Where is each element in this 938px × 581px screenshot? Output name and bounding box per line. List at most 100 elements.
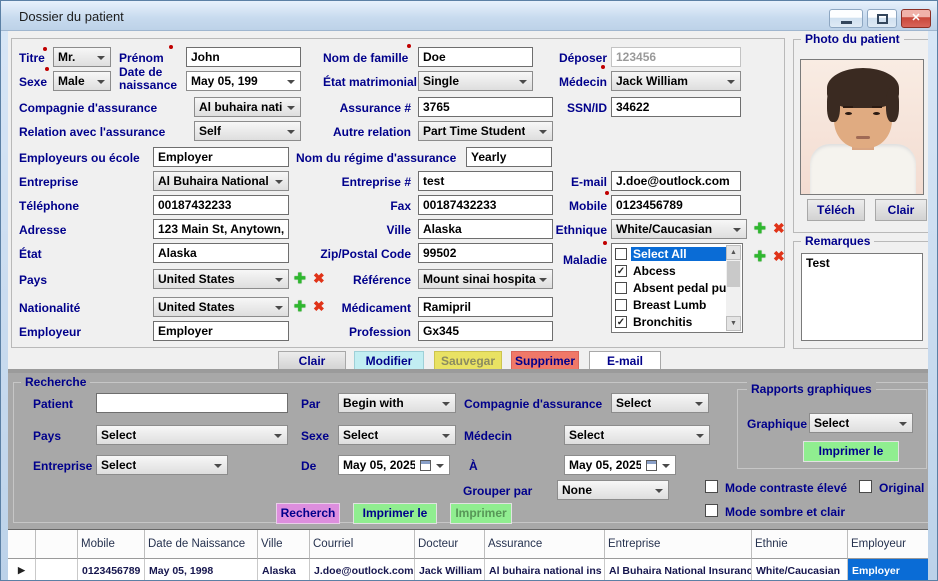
- reference-select[interactable]: Mount sinai hospital: [418, 269, 553, 289]
- scrollbar-thumb[interactable]: [727, 261, 740, 287]
- original-checkbox[interactable]: [859, 480, 872, 493]
- save-button[interactable]: Sauvegar: [434, 351, 502, 371]
- maladie-scrollbar[interactable]: ▲ ▼: [726, 245, 741, 331]
- photo-upload-button[interactable]: Téléch: [807, 199, 865, 221]
- column-header[interactable]: Ville: [258, 530, 310, 559]
- maladie-option[interactable]: Breast Lumb: [613, 296, 726, 313]
- medecin-select[interactable]: Jack William: [611, 71, 741, 91]
- search-patient-input[interactable]: [96, 393, 288, 413]
- column-header[interactable]: Assurance: [485, 530, 605, 559]
- search-entreprise-value: Select: [101, 458, 136, 472]
- maximize-button[interactable]: [867, 9, 897, 28]
- prenom-input[interactable]: [186, 47, 301, 67]
- checkbox-checked-icon[interactable]: ✓: [615, 265, 627, 277]
- add-ethnique-icon[interactable]: ✚: [754, 219, 766, 237]
- email-input[interactable]: [611, 171, 741, 191]
- remove-ethnique-icon[interactable]: ✖: [773, 219, 785, 237]
- ethnique-select[interactable]: White/Caucasian: [611, 219, 747, 239]
- column-header[interactable]: Docteur: [415, 530, 485, 559]
- column-header[interactable]: Entreprise: [605, 530, 752, 559]
- ssn-input[interactable]: [611, 97, 741, 117]
- scroll-down-icon[interactable]: ▼: [726, 316, 741, 331]
- table-cell[interactable]: Al buhaira national ins: [485, 559, 605, 581]
- search-button[interactable]: Recherch: [276, 503, 340, 524]
- maladie-option[interactable]: Select All: [613, 245, 726, 262]
- graphique-select[interactable]: Select: [809, 413, 913, 433]
- reference-value: Mount sinai hospital: [423, 272, 536, 286]
- photo-eyebrow: [872, 106, 882, 108]
- medecin-label: Médecin: [527, 75, 607, 89]
- search-par-select[interactable]: Begin with: [338, 393, 456, 413]
- grouper-select[interactable]: None: [557, 480, 669, 500]
- chevron-down-icon: [436, 464, 444, 468]
- table-cell[interactable]: Jack William: [415, 559, 485, 581]
- employeurs-ecole-input[interactable]: [153, 147, 289, 167]
- column-header[interactable]: [8, 530, 36, 559]
- checkbox-checked-icon[interactable]: ✓: [615, 316, 627, 328]
- search-pays-value: Select: [101, 428, 136, 442]
- clear-button[interactable]: Clair: [278, 351, 346, 371]
- photo-group-label: Photo du patient: [801, 32, 904, 46]
- telephone-label: Téléphone: [19, 199, 79, 213]
- remove-maladie-icon[interactable]: ✖: [773, 247, 785, 265]
- search-de-datepicker[interactable]: May 05, 2025: [338, 455, 450, 475]
- checkbox-unchecked-icon[interactable]: [615, 282, 627, 294]
- row-selector-icon[interactable]: ▶: [8, 559, 36, 581]
- table-cell[interactable]: [36, 559, 78, 581]
- title-bar: Dossier du patient ✕: [1, 1, 937, 31]
- table-cell[interactable]: Al Buhaira National Insurance: [605, 559, 752, 581]
- etat-matrimonial-value: Single: [423, 74, 459, 88]
- add-maladie-icon[interactable]: ✚: [754, 247, 766, 265]
- sexe-select[interactable]: Male: [53, 71, 111, 91]
- column-header[interactable]: Ethnie: [752, 530, 848, 559]
- table-cell[interactable]: 0123456789: [78, 559, 145, 581]
- table-cell-selected[interactable]: Employer: [848, 559, 932, 581]
- report-print-button[interactable]: Imprimer le: [803, 441, 899, 462]
- titre-select[interactable]: Mr.: [53, 47, 111, 67]
- contrast-mode-checkbox[interactable]: [705, 480, 718, 493]
- scroll-up-icon[interactable]: ▲: [726, 245, 741, 260]
- close-button[interactable]: ✕: [901, 9, 931, 28]
- checkbox-unchecked-icon[interactable]: [615, 299, 627, 311]
- column-header[interactable]: [36, 530, 78, 559]
- autre-relation-select[interactable]: Part Time Student: [418, 121, 553, 141]
- search-pays-select[interactable]: Select: [96, 425, 288, 445]
- maladie-listbox[interactable]: Select All ✓Abcess Absent pedal pu Breas…: [611, 243, 743, 333]
- table-cell[interactable]: White/Caucasian: [752, 559, 848, 581]
- table-cell[interactable]: J.doe@outlock.com: [310, 559, 415, 581]
- email-button[interactable]: E-mail: [589, 351, 661, 371]
- print-button[interactable]: Imprimer: [450, 503, 512, 524]
- checkbox-unchecked-icon[interactable]: [615, 248, 627, 260]
- medicament-input[interactable]: [418, 297, 553, 317]
- column-header[interactable]: Date de Naissance: [145, 530, 258, 559]
- profession-input[interactable]: [418, 321, 553, 341]
- window-title: Dossier du patient: [19, 9, 124, 24]
- column-header[interactable]: Mobile: [78, 530, 145, 559]
- table-cell[interactable]: May 05, 1998: [145, 559, 258, 581]
- search-a-datepicker[interactable]: May 05, 2025: [564, 455, 676, 475]
- remarks-textarea[interactable]: Test: [801, 253, 923, 341]
- modify-button[interactable]: Modifier: [354, 351, 424, 371]
- search-medecin-select[interactable]: Select: [564, 425, 710, 445]
- photo-clear-button[interactable]: Clair: [875, 199, 927, 221]
- delete-button[interactable]: Supprimer: [511, 351, 579, 371]
- nationalite-label: Nationalité: [19, 301, 80, 315]
- table-cell[interactable]: Alaska: [258, 559, 310, 581]
- column-header[interactable]: Employeur: [848, 530, 932, 559]
- search-entreprise-select[interactable]: Select: [96, 455, 228, 475]
- dark-light-mode-checkbox[interactable]: [705, 504, 718, 517]
- autre-relation-value: Part Time Student: [423, 124, 525, 138]
- etat-matrimonial-select[interactable]: Single: [418, 71, 533, 91]
- mobile-input[interactable]: [611, 195, 741, 215]
- date-naissance-select[interactable]: May 05, 199: [186, 71, 301, 91]
- maladie-option[interactable]: Absent pedal pu: [613, 279, 726, 296]
- column-header[interactable]: Courriel: [310, 530, 415, 559]
- regime-assurance-input[interactable]: [466, 147, 552, 167]
- nom-famille-input[interactable]: [418, 47, 533, 67]
- maladie-option[interactable]: ✓Bronchitis: [613, 313, 726, 330]
- print-list-button[interactable]: Imprimer le: [353, 503, 437, 524]
- search-sexe-select[interactable]: Select: [338, 425, 456, 445]
- minimize-button[interactable]: [829, 9, 863, 28]
- maladie-option[interactable]: ✓Abcess: [613, 262, 726, 279]
- search-compagnie-select[interactable]: Select: [611, 393, 709, 413]
